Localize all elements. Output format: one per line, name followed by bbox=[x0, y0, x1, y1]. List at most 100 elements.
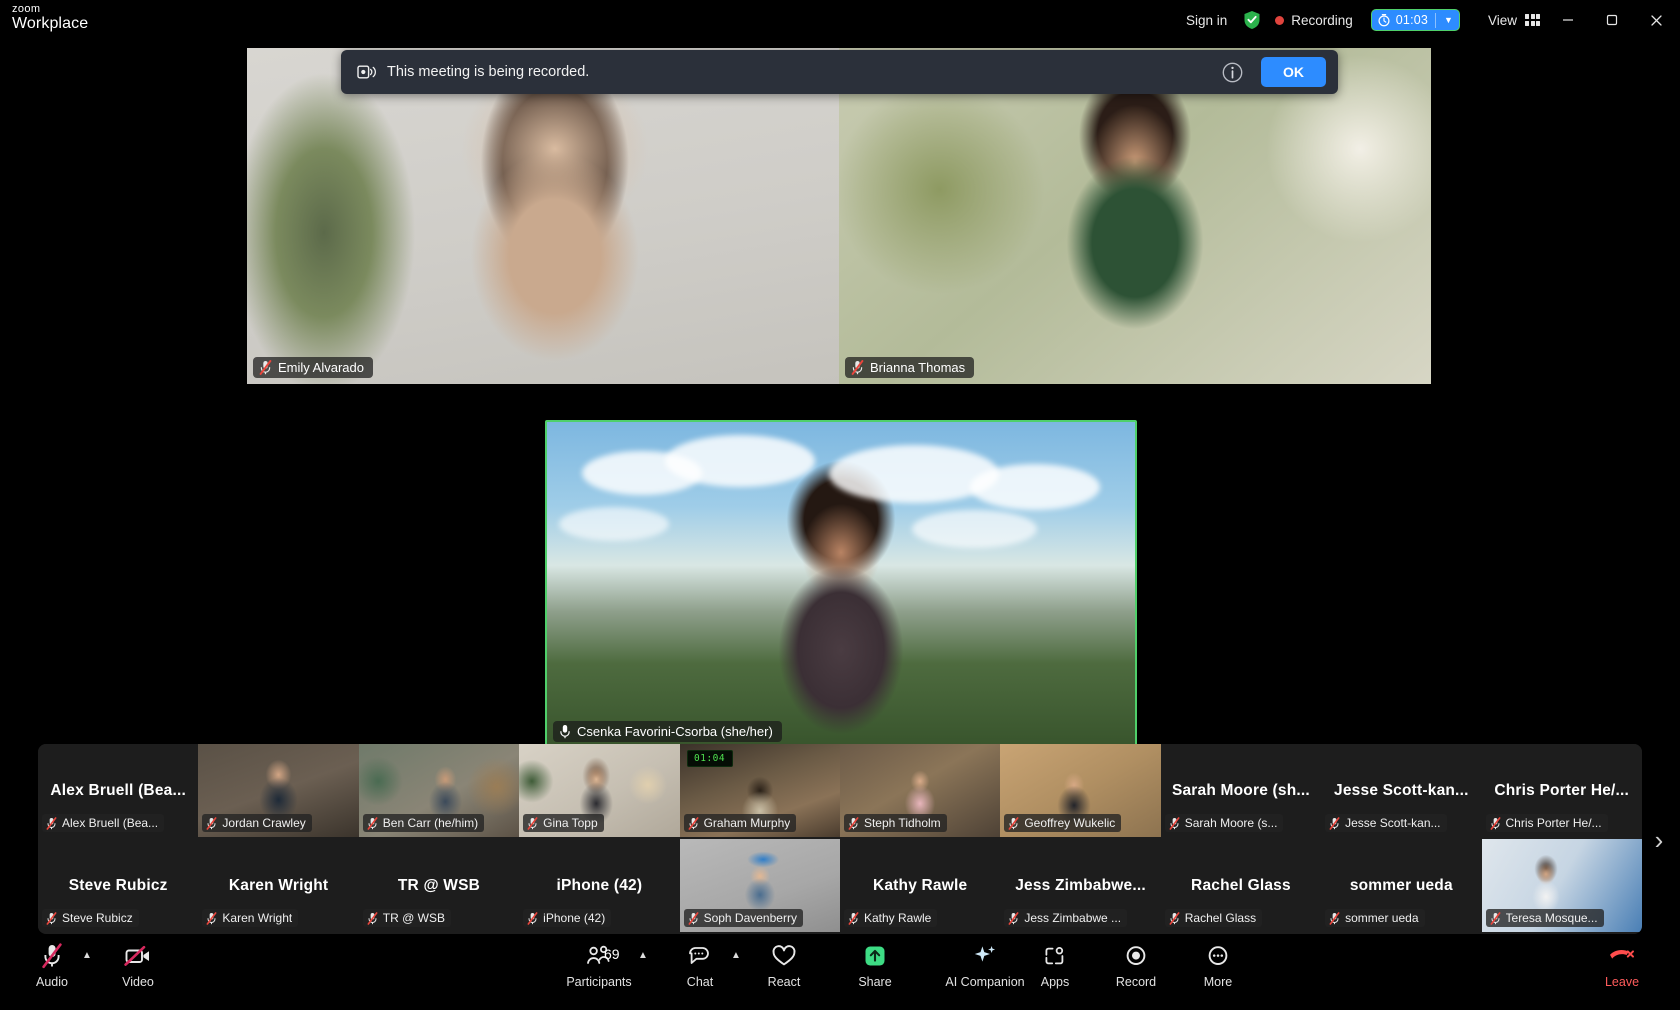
sign-in-button[interactable]: Sign in bbox=[1174, 13, 1239, 28]
react-button[interactable]: React bbox=[752, 940, 816, 989]
microphone-muted-icon bbox=[1169, 817, 1180, 830]
microphone-muted-icon bbox=[206, 817, 217, 830]
recording-dot-icon bbox=[1275, 16, 1284, 25]
list-item[interactable]: TR @ WSB TR @ WSB bbox=[359, 839, 519, 932]
participant-display-name: Jesse Scott-kan... bbox=[1321, 782, 1481, 800]
more-button[interactable]: More bbox=[1186, 940, 1250, 989]
close-button[interactable] bbox=[1634, 0, 1678, 40]
name-badge: Chris Porter He/... bbox=[1486, 814, 1608, 832]
participant-name: Csenka Favorini-Csorba (she/her) bbox=[577, 724, 773, 739]
microphone-muted-icon bbox=[46, 817, 57, 830]
video-tile-brianna-thomas[interactable]: Brianna Thomas bbox=[839, 48, 1431, 384]
sparkle-icon bbox=[971, 940, 999, 972]
zoom-workplace-logo: zoom Workplace bbox=[12, 4, 88, 32]
minimize-icon bbox=[1561, 13, 1575, 27]
info-circle-icon[interactable] bbox=[1222, 62, 1243, 83]
microphone-muted-icon bbox=[688, 912, 699, 925]
participant-name: Alex Bruell (Bea... bbox=[62, 816, 158, 830]
participant-filmstrip: Alex Bruell (Bea... Alex Bruell (Bea... … bbox=[38, 744, 1642, 934]
microphone-muted-icon bbox=[1329, 817, 1340, 830]
view-button[interactable]: View bbox=[1482, 13, 1546, 28]
participant-name: Geoffrey Wukelic bbox=[1024, 816, 1115, 830]
share-button[interactable]: Share bbox=[843, 940, 907, 989]
chat-label: Chat bbox=[687, 975, 713, 989]
participant-name: Graham Murphy bbox=[704, 816, 791, 830]
name-badge: Emily Alvarado bbox=[253, 357, 373, 378]
meeting-timer-pill[interactable]: 01:03 ▼ bbox=[1371, 9, 1460, 31]
list-item[interactable]: Ben Carr (he/him) bbox=[359, 744, 519, 837]
filmstrip-next-page-button[interactable]: › bbox=[1646, 818, 1672, 862]
shield-check-icon[interactable] bbox=[1243, 10, 1261, 30]
participant-name: Rachel Glass bbox=[1185, 911, 1256, 925]
list-item[interactable]: Kathy Rawle Kathy Rawle bbox=[840, 839, 1000, 932]
chat-options-chevron-up-icon[interactable]: ▲ bbox=[731, 950, 741, 961]
video-tile-active-speaker[interactable]: Csenka Favorini-Csorba (she/her) bbox=[545, 420, 1137, 750]
audio-button[interactable]: Audio bbox=[20, 940, 84, 989]
camera-off-icon bbox=[123, 940, 153, 972]
list-item[interactable]: sommer ueda sommer ueda bbox=[1321, 839, 1481, 932]
video-tile-emily-alvarado[interactable]: Emily Alvarado bbox=[247, 48, 839, 384]
audio-options-chevron-up-icon[interactable]: ▲ bbox=[82, 950, 92, 961]
ok-button[interactable]: OK bbox=[1261, 57, 1326, 87]
participant-video-feed bbox=[839, 48, 1431, 384]
brand-zoom-text: zoom bbox=[12, 4, 88, 16]
timer-chevron-down-icon[interactable]: ▼ bbox=[1443, 15, 1457, 25]
name-badge: Ben Carr (he/him) bbox=[363, 814, 484, 832]
microphone-muted-icon bbox=[848, 817, 859, 830]
maximize-button[interactable] bbox=[1590, 0, 1634, 40]
heart-icon bbox=[771, 940, 797, 972]
participant-display-name: Sarah Moore (sh... bbox=[1161, 782, 1321, 800]
microphone-muted-icon bbox=[1490, 912, 1501, 925]
list-item[interactable]: Chris Porter He/... Chris Porter He/... bbox=[1482, 744, 1642, 837]
leave-button[interactable]: Leave bbox=[1590, 940, 1654, 989]
participant-display-name: TR @ WSB bbox=[359, 877, 519, 895]
participants-button[interactable]: Participants bbox=[558, 940, 640, 989]
name-badge: Alex Bruell (Bea... bbox=[42, 814, 164, 832]
participant-name: iPhone (42) bbox=[543, 911, 605, 925]
name-badge: Gina Topp bbox=[523, 814, 604, 832]
video-button[interactable]: Video bbox=[106, 940, 170, 989]
title-bar: zoom Workplace Sign in Recording 01:03 ▼… bbox=[0, 0, 1680, 40]
meeting-toolbar: Audio ▲ Video Participants 69 ▲ bbox=[0, 934, 1680, 1010]
cloud-decoration bbox=[559, 507, 669, 541]
participant-display-name: Rachel Glass bbox=[1161, 877, 1321, 895]
microphone-muted-icon bbox=[1169, 912, 1180, 925]
microphone-muted-icon bbox=[259, 360, 272, 375]
chat-bubble-icon bbox=[687, 940, 713, 972]
list-item[interactable]: Karen Wright Karen Wright bbox=[198, 839, 358, 932]
list-item[interactable]: Jess Zimbabwe... Jess Zimbabwe ... bbox=[1000, 839, 1160, 932]
share-label: Share bbox=[858, 975, 891, 989]
chevron-right-icon: › bbox=[1655, 827, 1664, 853]
recording-notification-banner: This meeting is being recorded. OK bbox=[341, 50, 1338, 94]
participants-options-chevron-up-icon[interactable]: ▲ bbox=[638, 950, 648, 961]
participant-name: Kathy Rawle bbox=[864, 911, 931, 925]
apps-button[interactable]: Apps bbox=[1023, 940, 1087, 989]
list-item[interactable]: Steph Tidholm bbox=[840, 744, 1000, 837]
list-item[interactable]: Soph Davenberry bbox=[680, 839, 840, 932]
list-item[interactable]: Sarah Moore (sh... Sarah Moore (s... bbox=[1161, 744, 1321, 837]
list-item[interactable]: Steve Rubicz Steve Rubicz bbox=[38, 839, 198, 932]
microphone-muted-icon bbox=[1490, 817, 1501, 830]
chat-button[interactable]: Chat bbox=[668, 940, 732, 989]
list-item[interactable]: Jesse Scott-kan... Jesse Scott-kan... bbox=[1321, 744, 1481, 837]
participant-display-name: Karen Wright bbox=[198, 877, 358, 895]
list-item[interactable]: Jordan Crawley bbox=[198, 744, 358, 837]
list-item[interactable]: Gina Topp bbox=[519, 744, 679, 837]
name-badge: TR @ WSB bbox=[363, 909, 451, 927]
list-item[interactable]: Teresa Mosque... bbox=[1482, 839, 1642, 932]
participant-name: Emily Alvarado bbox=[278, 360, 364, 375]
participant-name: Ben Carr (he/him) bbox=[383, 816, 478, 830]
participant-video-feed bbox=[247, 48, 839, 384]
record-button[interactable]: Record bbox=[1104, 940, 1168, 989]
microphone-muted-icon bbox=[1008, 817, 1019, 830]
list-item[interactable]: iPhone (42) iPhone (42) bbox=[519, 839, 679, 932]
list-item[interactable]: Alex Bruell (Bea... Alex Bruell (Bea... bbox=[38, 744, 198, 837]
list-item[interactable]: Geoffrey Wukelic bbox=[1000, 744, 1160, 837]
cloud-decoration bbox=[970, 464, 1100, 510]
minimize-button[interactable] bbox=[1546, 0, 1590, 40]
list-item[interactable]: Rachel Glass Rachel Glass bbox=[1161, 839, 1321, 932]
list-item[interactable]: 01:04 Graham Murphy bbox=[680, 744, 840, 837]
participant-name: Teresa Mosque... bbox=[1506, 911, 1598, 925]
participant-name: Chris Porter He/... bbox=[1506, 816, 1602, 830]
name-badge: Soph Davenberry bbox=[684, 909, 803, 927]
